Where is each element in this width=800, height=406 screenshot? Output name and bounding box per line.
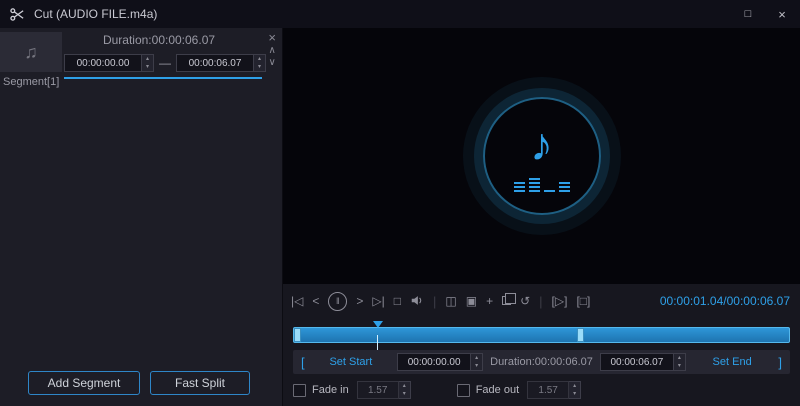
spinner-up-icon[interactable]: ▴ (254, 55, 265, 63)
titlebar: Cut (AUDIO FILE.m4a) □ × (0, 0, 800, 28)
trim-end-handle[interactable] (577, 328, 584, 343)
cut-window: Cut (AUDIO FILE.m4a) □ × ♫ Duration:00:0… (0, 0, 800, 406)
spinner-up-icon[interactable]: ▴ (674, 354, 685, 362)
main-area: ♪ |◁ < ‖ > ▷| □ | ◫ ▣ + ↺ | [▷] [□] 00:0… (283, 28, 800, 406)
timeline-track[interactable] (293, 321, 790, 351)
fade-in-label: Fade in (312, 384, 349, 396)
timeline[interactable] (283, 318, 800, 351)
spinner-up-icon[interactable]: ▴ (399, 382, 410, 390)
segment-thumbnail[interactable]: ♫ (0, 32, 62, 72)
close-button[interactable]: × (774, 7, 790, 22)
spinner-up-icon[interactable]: ▴ (569, 382, 580, 390)
set-end-button[interactable]: Set End (693, 356, 772, 368)
segment-time-range: ▴ ▾ — ▴ ▾ (64, 54, 266, 72)
segment-start-input[interactable] (64, 54, 142, 72)
trim-start-input[interactable] (397, 353, 472, 372)
segment-progress-bar (64, 77, 262, 79)
toolbar-separator: | (433, 293, 437, 309)
music-thumb-icon: ♫ (24, 41, 38, 62)
segment-move-down-icon[interactable]: ∨ (269, 57, 276, 69)
trim-end-stepper: ▴ ▾ (673, 353, 686, 372)
fade-in-stepper: ▴ ▾ (398, 381, 411, 399)
volume-icon[interactable] (410, 294, 424, 309)
reset-icon[interactable]: ↺ (520, 295, 530, 307)
fade-controls: Fade in ▴ ▾ Fade out ▴ ▾ (283, 374, 800, 406)
trim-controls: [ Set Start ▴ ▾ Duration:00:00:06.07 ▴ ▾… (293, 350, 790, 374)
skip-end-icon[interactable]: ▷| (372, 295, 384, 307)
skip-start-icon[interactable]: |◁ (291, 295, 303, 307)
add-icon[interactable]: + (486, 295, 493, 307)
fast-split-button[interactable]: Fast Split (150, 371, 250, 395)
segment-duration-label: Duration:00:00:06.07 (102, 33, 216, 47)
window-controls: □ × (740, 7, 790, 22)
playhead[interactable] (373, 321, 384, 351)
play-segment-icon[interactable]: [▷] (552, 295, 568, 307)
audio-disc-graphic: ♪ (482, 97, 601, 216)
scissors-icon (10, 6, 26, 22)
transport-bar: |◁ < ‖ > ▷| □ | ◫ ▣ + ↺ | [▷] [□] 00:00:… (283, 284, 800, 319)
spinner-down-icon[interactable]: ▾ (471, 362, 482, 370)
spinner-up-icon[interactable]: ▴ (471, 354, 482, 362)
start-bracket: [ (301, 354, 305, 370)
spinner-down-icon[interactable]: ▾ (142, 63, 153, 71)
segment-start-stepper: ▴ ▾ (142, 54, 154, 72)
segment-end-stepper: ▴ ▾ (254, 54, 266, 72)
window-title: Cut (AUDIO FILE.m4a) (34, 7, 158, 21)
segment-move-up-icon[interactable]: ∧ (269, 45, 276, 57)
spinner-down-icon[interactable]: ▾ (569, 390, 580, 398)
step-forward-icon[interactable]: > (356, 295, 363, 307)
fade-out-checkbox[interactable] (456, 383, 470, 397)
segment-actions: Add Segment Fast Split (28, 371, 250, 395)
fade-out-label: Fade out (475, 384, 520, 396)
playback-time: 00:00:01.04/00:00:06.07 (659, 294, 790, 309)
segment-remove-icon[interactable]: × (268, 30, 276, 45)
step-back-icon[interactable]: < (312, 295, 319, 307)
spinner-up-icon[interactable]: ▴ (142, 55, 153, 63)
copy-icon[interactable] (502, 293, 517, 307)
segment-list-controls: × ∧ ∨ (268, 30, 276, 69)
add-segment-button[interactable]: Add Segment (28, 371, 140, 395)
spinner-down-icon[interactable]: ▾ (674, 362, 685, 370)
fade-in-checkbox[interactable] (293, 383, 306, 397)
fade-out-stepper: ▴ ▾ (569, 381, 582, 399)
stop-segment-icon[interactable]: [□] (576, 295, 590, 307)
frame-icon[interactable]: ▣ (466, 295, 477, 307)
toolbar-separator: | (539, 293, 543, 309)
split-icon[interactable]: ◫ (445, 295, 456, 307)
trim-start-stepper: ▴ ▾ (471, 353, 484, 372)
end-bracket: ] (778, 354, 782, 370)
pause-button[interactable]: ‖ (328, 291, 348, 311)
spinner-down-icon[interactable]: ▾ (399, 390, 410, 398)
fade-in-input[interactable] (356, 381, 399, 399)
trim-duration-label: Duration:00:00:06.07 (490, 356, 593, 369)
trim-end-input[interactable] (599, 353, 674, 372)
segment-end-input[interactable] (176, 54, 254, 72)
music-note-icon: ♪ (530, 117, 553, 170)
fade-out-input[interactable] (527, 381, 570, 399)
stop-icon[interactable]: □ (394, 295, 401, 307)
equalizer-graphic (513, 172, 570, 192)
spinner-down-icon[interactable]: ▾ (254, 63, 265, 71)
segment-label: Segment[1] (3, 76, 60, 88)
trim-start-handle[interactable] (294, 328, 301, 343)
maximize-button[interactable]: □ (740, 8, 756, 20)
audio-preview: ♪ (283, 28, 800, 285)
pause-icon: ‖ (336, 295, 340, 306)
segment-panel: ♫ Duration:00:00:06.07 × ∧ ∨ ▴ ▾ — ▴ ▾ (0, 28, 283, 406)
set-start-button[interactable]: Set Start (312, 356, 391, 368)
range-separator: — (159, 56, 171, 70)
